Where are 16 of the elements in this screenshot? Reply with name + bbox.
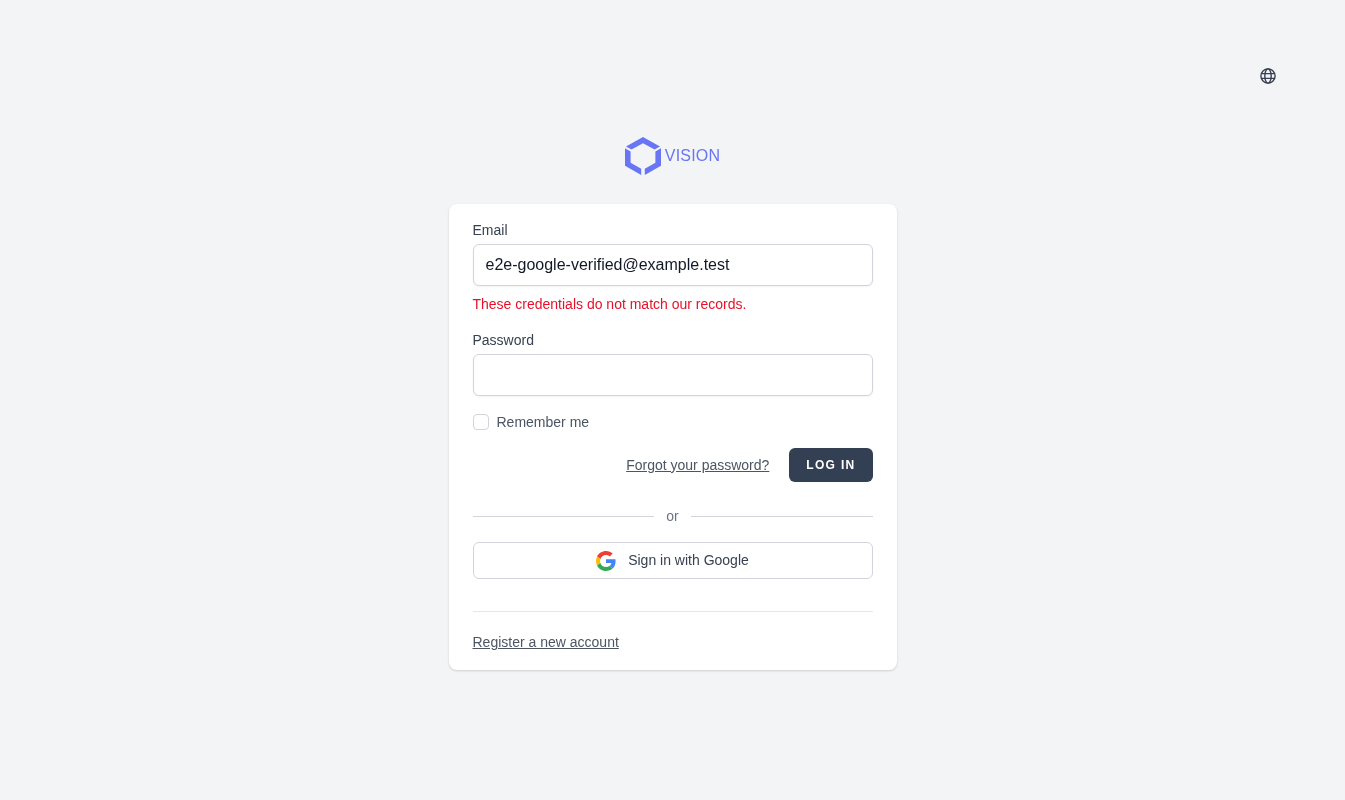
- email-field[interactable]: e2e-google-verified@example.test: [472, 244, 873, 286]
- register-link[interactable]: Register a new account: [472, 632, 619, 652]
- google-icon: [596, 550, 617, 571]
- globe-icon[interactable]: [1260, 68, 1276, 84]
- forgot-password-link[interactable]: Forgot your password?: [626, 454, 770, 476]
- password-field[interactable]: [472, 354, 873, 396]
- remember-label: Remember me: [496, 413, 590, 432]
- field-label: Email: [472, 221, 509, 240]
- error-message: These credentials do not match our records.: [472, 295, 748, 314]
- field-label: Password: [472, 331, 535, 350]
- logo-link[interactable]: VISION: [624, 137, 721, 175]
- hexagon-logo-icon: [624, 137, 661, 175]
- remember-checkbox[interactable]: [472, 414, 489, 430]
- login-button[interactable]: LOG IN: [789, 448, 873, 482]
- divider-text: or: [666, 506, 679, 526]
- google-sign-in-button[interactable]: Sign in with Google: [472, 542, 873, 579]
